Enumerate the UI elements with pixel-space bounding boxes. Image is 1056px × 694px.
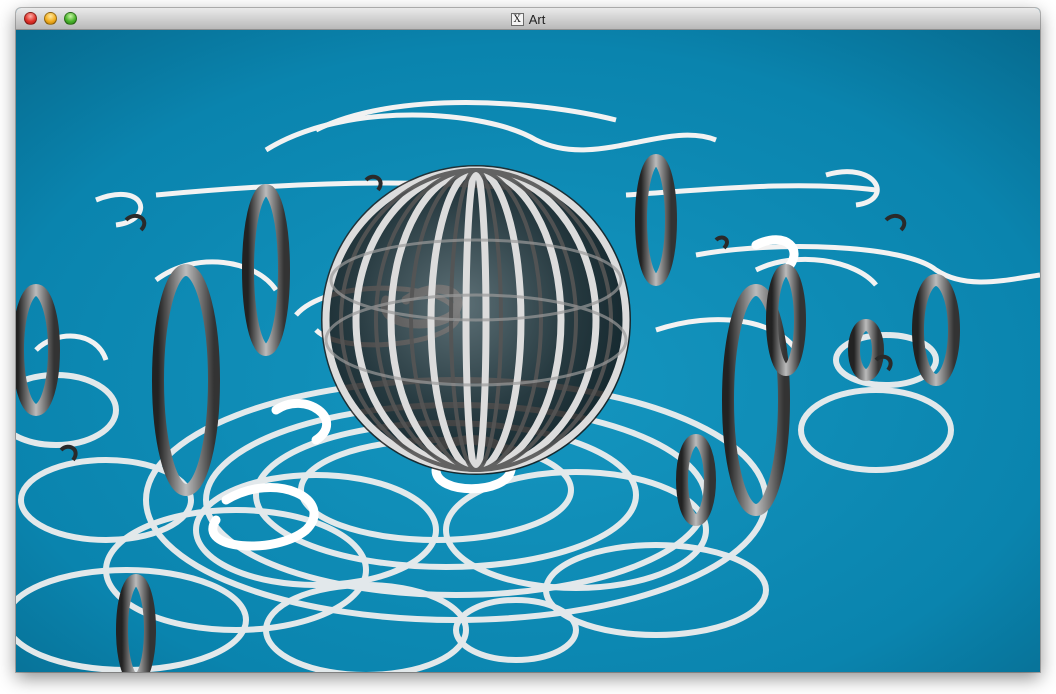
ribbon-sphere: [321, 165, 631, 475]
x11-app-icon: X: [510, 12, 524, 26]
close-icon[interactable]: [24, 12, 37, 25]
render-artwork: [16, 30, 1040, 672]
app-window: X Art: [16, 8, 1040, 672]
zoom-icon[interactable]: [64, 12, 77, 25]
minimize-icon[interactable]: [44, 12, 57, 25]
window-title-group: X Art: [16, 8, 1040, 30]
window-title: Art: [528, 11, 546, 27]
render-canvas[interactable]: [16, 30, 1040, 672]
title-bar[interactable]: X Art: [16, 8, 1040, 30]
